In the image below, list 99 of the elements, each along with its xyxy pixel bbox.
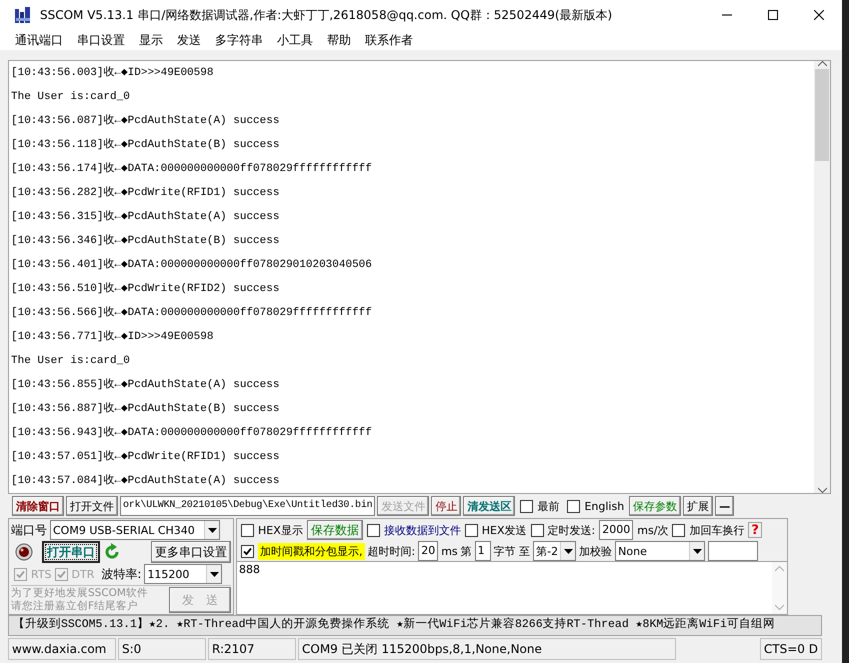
checkbox-label: DTR [72, 568, 94, 580]
scroll-down-icon [818, 487, 826, 493]
checkbox[interactable] [520, 500, 534, 512]
scroll-up-icon [818, 61, 826, 67]
status-text: CTS=0 D [760, 638, 822, 660]
checkbox[interactable] [366, 524, 380, 536]
label: ms/次 [637, 522, 668, 538]
checkbox[interactable] [672, 524, 686, 536]
label: 超时时间: [368, 544, 416, 558]
label: 字节 至 [494, 544, 530, 558]
port-label: 端口号 [11, 522, 47, 538]
checkbox-label: 加回车换行 [689, 522, 744, 538]
more-settings-button[interactable]: 更多串口设置 [151, 541, 231, 563]
caret-icon [210, 572, 219, 576]
input-field[interactable]: 1 [474, 541, 491, 561]
menu-item[interactable]: 显示 [132, 32, 170, 48]
input-field[interactable]: 20 [418, 541, 438, 561]
button[interactable]: 扩展 [683, 496, 714, 516]
menu-item[interactable]: 通讯端口 [8, 32, 70, 48]
log-line: [10:43:56.346]收←◆PcdAuthState(B) success [11, 233, 280, 249]
button[interactable]: 保存参数 [629, 496, 682, 516]
label: ms [441, 544, 458, 558]
dropdown[interactable]: None [615, 541, 706, 561]
checkbox-label: 加时间戳和分包显示, [258, 542, 364, 560]
button[interactable]: 清发送区 [463, 496, 516, 516]
checkbox[interactable] [567, 500, 580, 512]
log-line: [10:43:56.087]收←◆PcdAuthState(A) success [11, 113, 280, 129]
log-line: [10:43:56.282]收←◆PcdWrite(RFID1) success [11, 185, 280, 201]
label: 加校验 [579, 544, 612, 558]
log-line: [10:43:56.510]收←◆PcdWrite(RFID2) success [11, 281, 280, 297]
log-line: [10:43:56.118]收←◆PcdAuthState(B) success [11, 137, 280, 153]
scrollbar-thumb[interactable] [815, 69, 829, 161]
scrollbar[interactable] [814, 61, 830, 493]
log-line: [10:43:56.855]收←◆PcdAuthState(A) success [11, 377, 280, 393]
checkbox[interactable] [241, 544, 254, 558]
checkbox-label: 定时发送: [548, 522, 596, 538]
maximize-icon [768, 10, 778, 20]
input-field[interactable] [708, 541, 758, 561]
log-line: [10:43:56.887]收←◆PcdAuthState(B) success [11, 401, 280, 417]
app-icon [14, 6, 32, 24]
button[interactable]: — [715, 496, 734, 516]
input-field[interactable]: 2000 [599, 520, 634, 540]
check-icon [56, 568, 67, 580]
status-text: R:2107 [208, 638, 296, 660]
log-line: The User is:card_0 [11, 90, 131, 105]
log-line: [10:43:56.174]收←◆DATA:000000000000ff078029ffffffffffff [11, 161, 373, 177]
menu-item[interactable]: 多字符串 [208, 32, 270, 48]
check-icon [15, 568, 26, 580]
port-select[interactable]: COM9 USB-SERIAL CH340 [50, 520, 220, 540]
baud-label: 波特率: [101, 566, 142, 582]
help-button[interactable]: ? [748, 522, 762, 538]
button[interactable]: 打开文件 [66, 496, 118, 516]
scroll-down-icon [775, 604, 784, 610]
status-text: COM9 已关闭 115200bps,8,1,None,None [298, 638, 676, 660]
dropdown[interactable]: 第-2 [533, 541, 576, 561]
log-line: [10:43:57.051]收←◆PcdWrite(RFID1) success [11, 449, 280, 465]
refresh-icon [103, 543, 121, 561]
caret-icon [208, 528, 216, 532]
log-line: [10:43:57.084]收←◆PcdAuthState(A) success [11, 473, 280, 489]
button[interactable]: 保存数据 [306, 520, 363, 540]
menu-item[interactable]: 发送 [170, 32, 208, 48]
checkbox[interactable] [241, 524, 254, 536]
promo-text: 请您注册嘉立创F结尾客户 [11, 600, 140, 613]
log-line: The User is:card_0 [11, 354, 131, 369]
status-text: www.daxia.com [8, 638, 116, 660]
checkbox[interactable] [530, 524, 544, 536]
log-line: [10:43:56.315]收←◆PcdAuthState(A) success [11, 209, 280, 225]
checkbox-label: English [584, 500, 624, 512]
status-text: S:0 [118, 638, 206, 660]
log-line: [10:43:56.566]收←◆DATA:000000000000ff078029ffffffffffff [11, 305, 373, 321]
button[interactable]: 清除窗口 [12, 496, 64, 516]
input-field[interactable]: ork\ULWKN_20210105\Debug\Exe\Untitled30.bin [120, 496, 376, 516]
button[interactable]: 停止 [431, 496, 462, 516]
label: 第 [460, 544, 472, 558]
log-line: [10:43:56.401]收←◆DATA:000000000000ff078029010203040506 [11, 257, 373, 273]
caret-icon [692, 548, 702, 554]
send-text-area[interactable]: 888 [237, 561, 787, 614]
menu-item[interactable]: 串口设置 [70, 32, 132, 48]
checkbox-label: RTS [31, 568, 52, 580]
log-line: [10:43:56.943]收←◆DATA:000000000000ff078029ffffffffffff [11, 425, 373, 441]
caret-icon [564, 548, 573, 554]
scroll-up-icon [775, 566, 784, 572]
checkbox-label: HEX发送 [482, 522, 527, 538]
menu-item[interactable]: 联系作者 [358, 32, 420, 48]
checkbox-label: HEX显示 [258, 522, 303, 538]
baud-select[interactable]: 115200 [144, 564, 222, 584]
checkbox-label: 最前 [537, 498, 560, 514]
menu-item[interactable]: 帮助 [320, 32, 358, 48]
log-line: [10:43:56.003]收←◆ID>>>49E00598 [11, 65, 214, 81]
menu-item[interactable]: 小工具 [270, 32, 320, 48]
news-ticker: 【升级到SSCOM5.13.1】★2. ★RT-Thread中国人的开源免费操作系统 ★新一代WiFi芯片兼容8266支持RT-Thread ★8KM远距离WiFi可自组网 [8, 615, 822, 636]
checkbox-label: 接收数据到文件 [384, 522, 461, 538]
log-line: [10:43:56.771]收←◆ID>>>49E00598 [11, 329, 214, 345]
checkbox[interactable] [464, 524, 478, 536]
promo-text: 为了更好地发展SSCOM软件 [11, 587, 148, 600]
window-title: SSCOM V5.13.1 串口/网络数据调试器,作者:大虾丁丁,2618058@qq.com. QQ群：52502449(最新版本) [40, 6, 614, 24]
open-port-button[interactable]: 打开串口 [42, 541, 100, 563]
close-icon [814, 10, 824, 20]
check-icon [242, 546, 253, 556]
